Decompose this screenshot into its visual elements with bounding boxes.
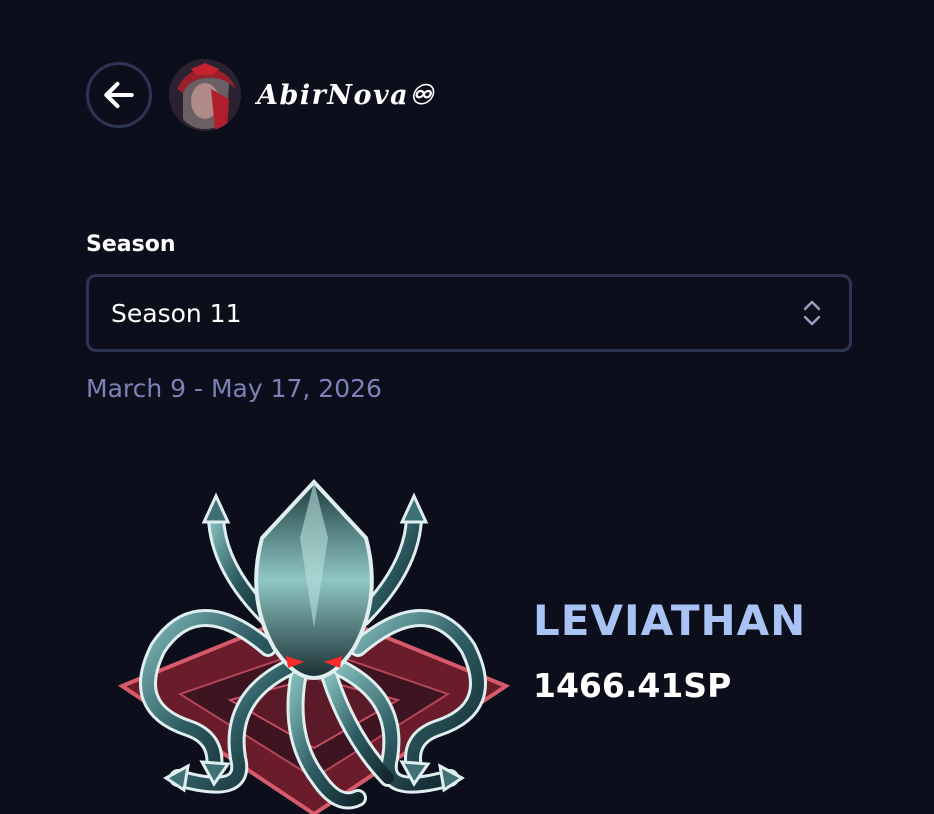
avatar[interactable] (169, 59, 241, 131)
kraken-emblem-icon (118, 479, 510, 814)
avatar-image (169, 59, 241, 131)
arrow-left-icon (104, 81, 134, 109)
rank-points: 1466.41SP (533, 666, 732, 705)
season-rank-page: AbirNova♾ Season Season 11 March 9 - May… (0, 0, 934, 814)
season-dates: March 9 - May 17, 2026 (86, 374, 382, 403)
season-select[interactable]: Season 11 (86, 274, 852, 352)
profile-header: AbirNova♾ (86, 59, 435, 131)
rank-name: LEVIATHAN (533, 596, 807, 645)
username: AbirNova♾ (257, 79, 435, 111)
season-select-value: Season 11 (111, 298, 242, 328)
back-button[interactable] (86, 62, 152, 128)
chevron-up-down-icon (803, 300, 821, 326)
season-label: Season (86, 232, 176, 257)
